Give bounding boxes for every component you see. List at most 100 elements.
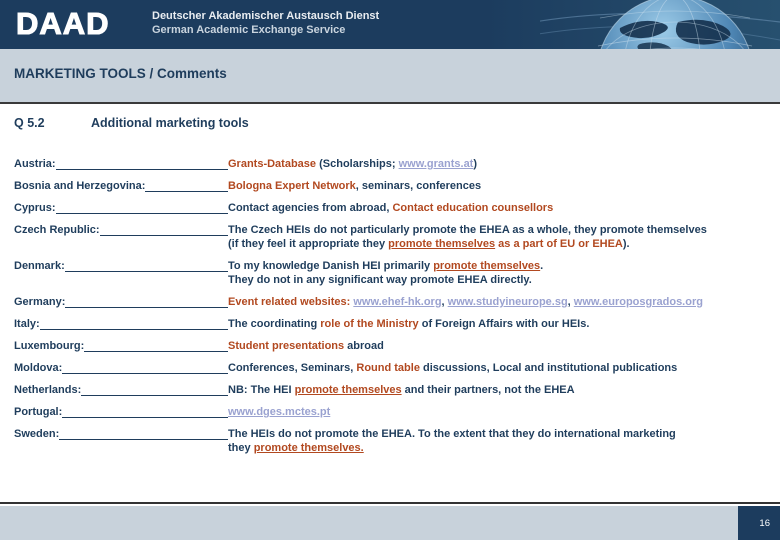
comment-segment: Bologna Expert Network: [228, 180, 356, 192]
globe-icon: [540, 0, 780, 49]
country-name: Bosnia and Herzegovina:: [14, 180, 146, 192]
country-name: Czech Republic:: [14, 224, 100, 236]
blank-line: [62, 361, 228, 374]
country-label: Portugal:: [14, 405, 228, 419]
country-label: Germany:: [14, 295, 228, 309]
org-name-english: German Academic Exchange Service: [152, 23, 346, 36]
country-name: Denmark:: [14, 260, 65, 272]
url-link[interactable]: www.studyineurope.sg: [448, 296, 568, 308]
country-name: Portugal:: [14, 406, 63, 418]
daad-logo: DAAD: [15, 6, 110, 41]
table-row: Cyprus: Contact agencies from abroad, Con…: [14, 201, 774, 215]
comment-segment: They do not in any significant way promo…: [228, 274, 532, 286]
blank-line: [99, 223, 228, 236]
blank-line: [55, 201, 228, 214]
comment-segment: promote themselves.: [253, 442, 364, 454]
url-link[interactable]: www.europosgrados.org: [574, 296, 703, 308]
comment-segment: ).: [622, 238, 630, 250]
table-row: Germany: Event related websites: www.ehef…: [14, 295, 774, 309]
page-number-badge: 16: [738, 506, 780, 540]
header-bar: DAAD Deutscher Akademischer Austausch Di…: [0, 0, 780, 49]
page-number: 16: [759, 517, 770, 529]
comment-line: Student presentations abroad: [228, 339, 774, 353]
country-label: Czech Republic:: [14, 223, 228, 237]
country-name: Germany:: [14, 296, 66, 308]
comment-segment: Event related websites:: [228, 296, 354, 308]
comment-segment: Round table: [356, 362, 420, 374]
comment-segment: (Scholarships;: [316, 158, 399, 170]
footer-band: 16: [0, 506, 780, 540]
comment-line: The HEIs do not promote the EHEA. To the…: [228, 427, 774, 441]
comment-text: Grants-Database (Scholarships; www.grant…: [228, 157, 774, 171]
slide: DAAD Deutscher Akademischer Austausch Di…: [0, 0, 780, 540]
country-label: Austria:: [14, 157, 228, 171]
table-row: Czech Republic: The Czech HEIs do not par…: [14, 223, 774, 251]
comment-text: Contact agencies from abroad, Contact ed…: [228, 201, 774, 215]
country-label: Cyprus:: [14, 201, 228, 215]
comment-segment: .: [540, 260, 544, 272]
country-label: Denmark:: [14, 259, 228, 273]
table-row: Denmark: To my knowledge Danish HEI prima…: [14, 259, 774, 287]
comment-segment: Student presentations: [228, 340, 345, 352]
country-name: Italy:: [14, 318, 40, 330]
comment-text: Event related websites: www.ehef-hk.org,…: [228, 295, 774, 309]
url-link[interactable]: www.grants.at: [399, 158, 474, 170]
blank-line: [145, 179, 228, 192]
comment-text: To my knowledge Danish HEI primarily pro…: [228, 259, 774, 287]
table-row: Netherlands: NB: The HEI promote themselv…: [14, 383, 774, 397]
blank-line: [62, 405, 228, 418]
question-row: Q 5.2 Additional marketing tools: [0, 104, 780, 130]
table-row: Portugal: www.dges.mctes.pt: [14, 405, 774, 419]
country-name: Netherlands:: [14, 384, 82, 396]
comment-segment: abroad: [344, 340, 384, 352]
comment-segment: The HEIs do not promote the EHEA. To the…: [228, 428, 676, 440]
title-band: MARKETING TOOLS / Comments: [0, 49, 780, 104]
blank-line: [65, 295, 228, 308]
table-row: Sweden: The HEIs do not promote the EHEA.…: [14, 427, 774, 455]
comment-line: (if they feel it appropriate they promot…: [228, 237, 774, 251]
comment-line: Event related websites: www.ehef-hk.org,…: [228, 295, 774, 309]
comment-line: They do not in any significant way promo…: [228, 273, 774, 287]
comment-segment: role of the Ministry: [320, 318, 419, 330]
comment-segment: The Czech HEIs do not particularly promo…: [228, 224, 707, 236]
comment-text: The coordinating role of the Ministry of…: [228, 317, 774, 331]
country-label: Netherlands:: [14, 383, 228, 397]
comment-segment: Conferences, Seminars,: [228, 362, 357, 374]
comment-text: The HEIs do not promote the EHEA. To the…: [228, 427, 774, 455]
url-link[interactable]: www.dges.mctes.pt: [228, 406, 330, 418]
comment-line: NB: The HEI promote themselves and their…: [228, 383, 774, 397]
comment-segment: as a part of EU or EHEA: [495, 238, 623, 250]
table-row: Bosnia and Herzegovina: Bologna Expert Ne…: [14, 179, 774, 193]
comment-text: Student presentations abroad: [228, 339, 774, 353]
table-row: Italy: The coordinating role of the Minis…: [14, 317, 774, 331]
comment-segment: The coordinating: [228, 318, 321, 330]
slide-content: Q 5.2 Additional marketing tools Austria…: [0, 104, 780, 455]
comment-text: The Czech HEIs do not particularly promo…: [228, 223, 774, 251]
comment-text: Conferences, Seminars, Round table discu…: [228, 361, 774, 375]
country-label: Italy:: [14, 317, 228, 331]
comment-segment: Contact education counsellors: [392, 202, 554, 214]
comment-segment: promote themselves: [388, 238, 496, 250]
country-label: Moldova:: [14, 361, 228, 375]
blank-line: [81, 383, 228, 396]
blank-line: [64, 259, 228, 272]
country-name: Austria:: [14, 158, 56, 170]
blank-line: [39, 317, 228, 330]
comment-line: they promote themselves.: [228, 441, 774, 455]
comment-line: Conferences, Seminars, Round table discu…: [228, 361, 774, 375]
comment-segment: promote themselves: [433, 260, 541, 272]
table-row: Moldova: Conferences, Seminars, Round tab…: [14, 361, 774, 375]
blank-line: [59, 427, 228, 440]
footer-divider: [0, 502, 780, 504]
comment-segment: discussions, Local and institutional pub…: [419, 362, 678, 374]
comment-segment: ): [473, 158, 478, 170]
organization-name: Deutscher Akademischer Austausch Dienst …: [152, 10, 379, 37]
table-row: Austria: Grants-Database (Scholarships; w…: [14, 157, 774, 171]
comment-line: www.dges.mctes.pt: [228, 405, 774, 419]
country-name: Moldova:: [14, 362, 63, 374]
country-label: Bosnia and Herzegovina:: [14, 179, 228, 193]
url-link[interactable]: www.ehef-hk.org: [353, 296, 441, 308]
comment-segment: To my knowledge Danish HEI primarily: [228, 260, 434, 272]
country-comments-list: Austria: Grants-Database (Scholarships; w…: [14, 157, 774, 455]
comment-text: NB: The HEI promote themselves and their…: [228, 383, 774, 397]
